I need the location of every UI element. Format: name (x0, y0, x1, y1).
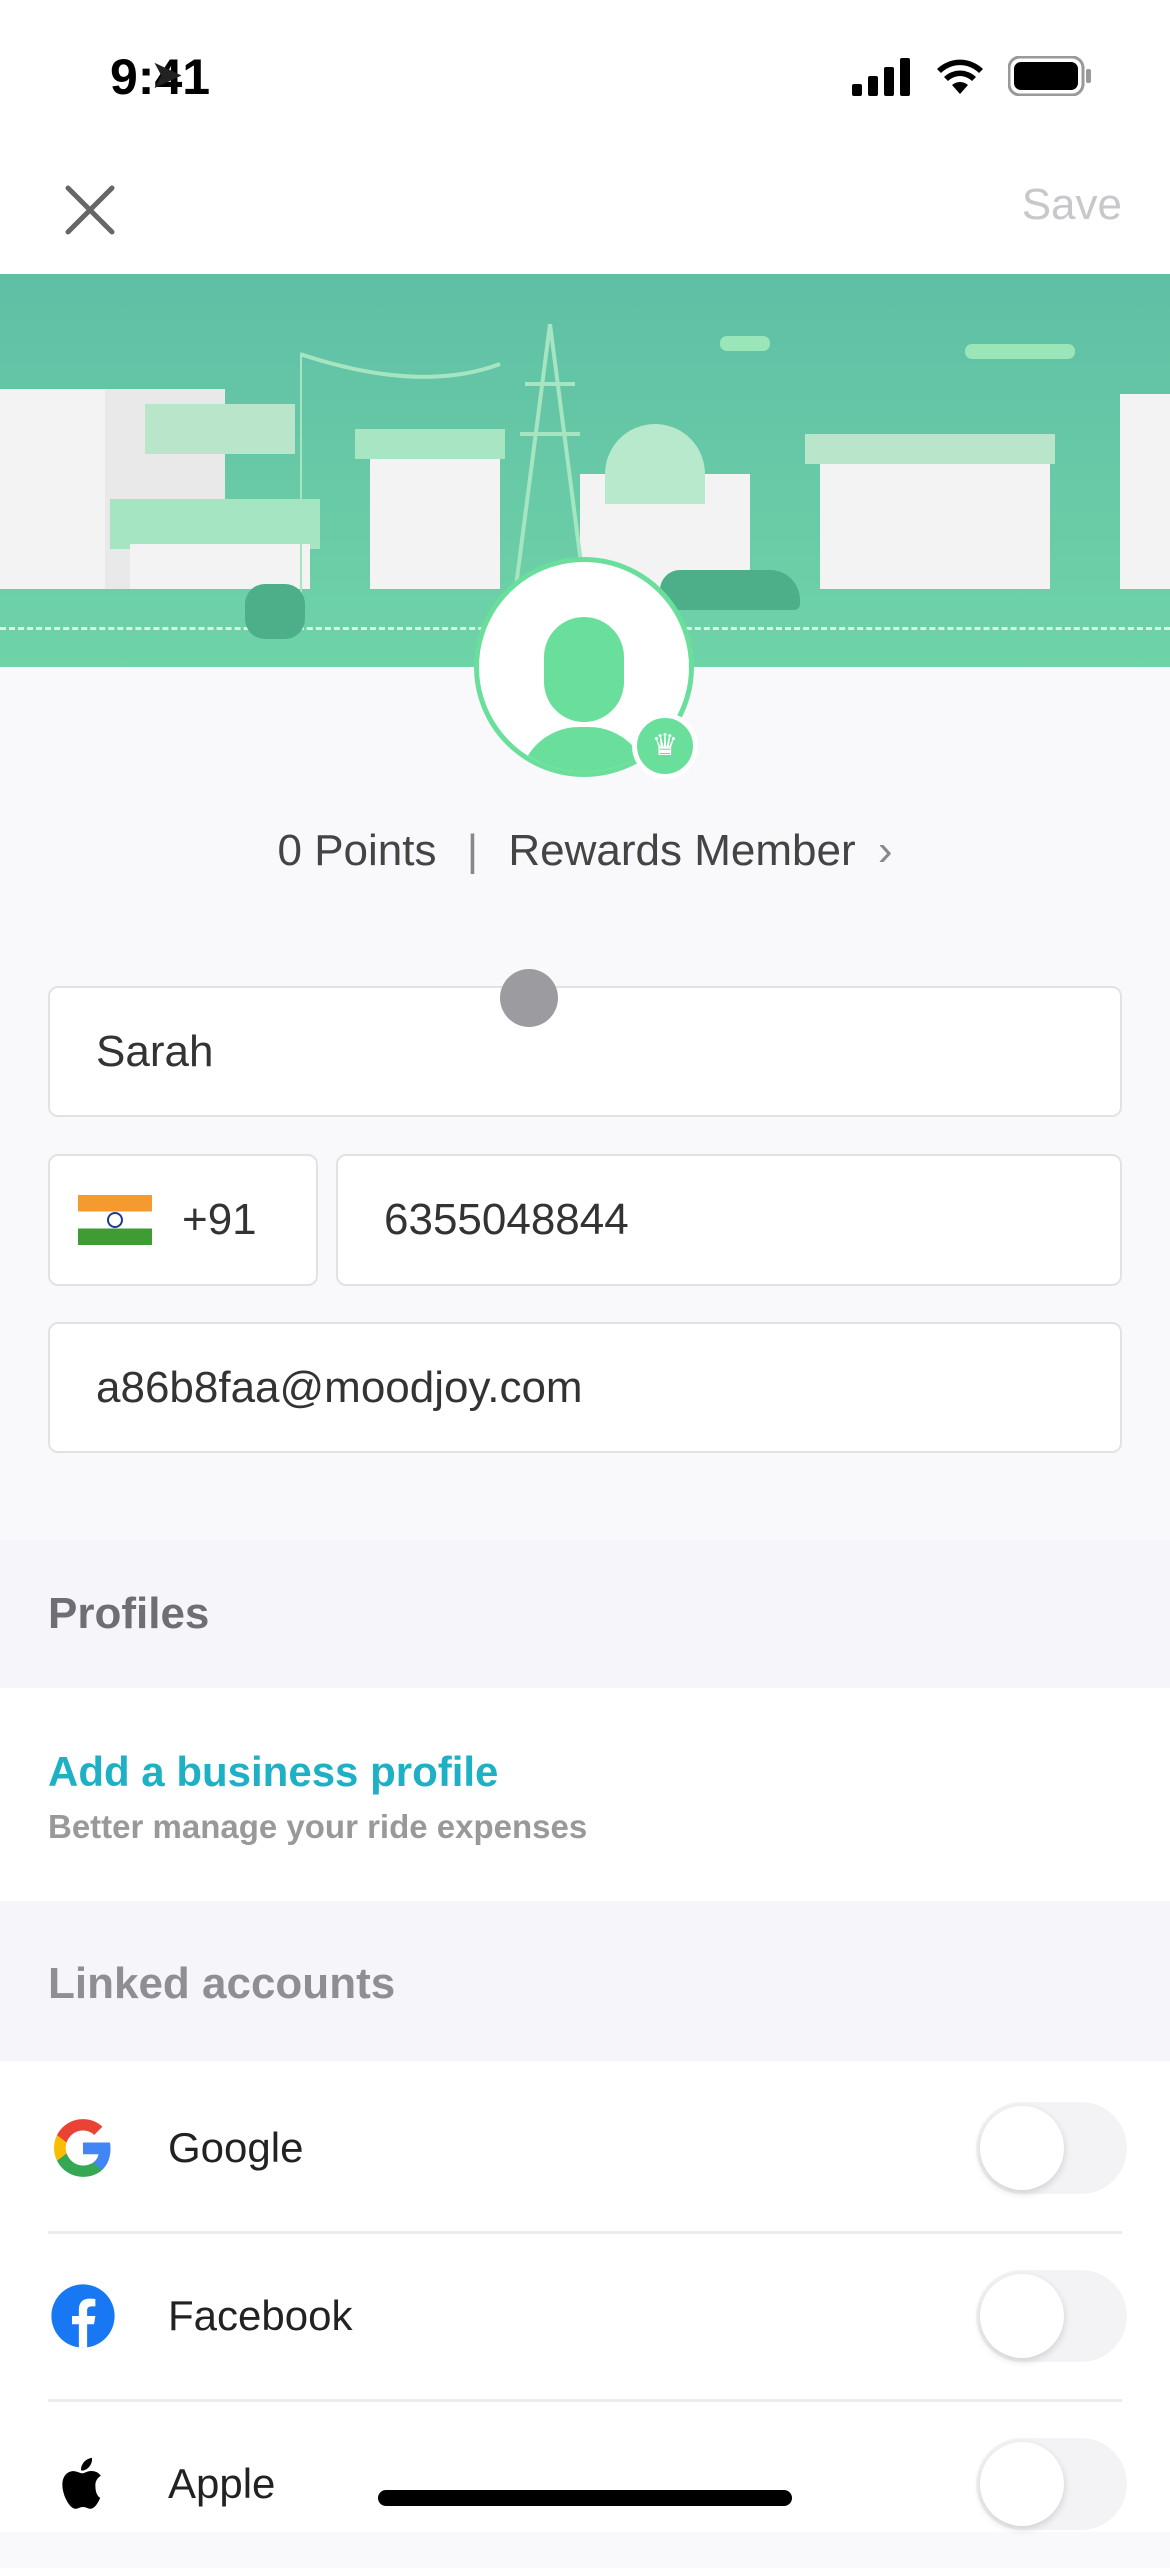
avatar-head (544, 617, 624, 722)
profiles-header: Profiles (0, 1541, 1170, 1688)
separator: | (466, 826, 479, 875)
business-profile-subtitle: Better manage your ride expenses (48, 1808, 588, 1845)
india-flag-icon (78, 1195, 152, 1245)
country-code-selector[interactable]: +91 (48, 1154, 318, 1286)
add-business-profile-link[interactable]: Add a business profile (48, 1748, 498, 1796)
nav-bar (0, 150, 1170, 274)
scooter-illustration (245, 584, 305, 639)
google-toggle[interactable] (976, 2102, 1127, 2194)
crown-icon: ♛ (632, 713, 698, 779)
profiles-title: Profiles (48, 1589, 210, 1638)
rewards-summary[interactable]: 0 Points | Rewards Member › (0, 826, 1170, 876)
google-label: Google (168, 2124, 304, 2171)
email-value: a86b8faa@moodjoy.com (96, 1362, 583, 1412)
linked-accounts-list: Google Facebook Apple (0, 2061, 1170, 2532)
facebook-toggle[interactable] (976, 2270, 1127, 2362)
facebook-icon (51, 2284, 115, 2348)
linked-account-apple: Apple (0, 2400, 1170, 2568)
name-field[interactable]: Sarah (48, 986, 1122, 1117)
home-indicator[interactable] (378, 2490, 792, 2506)
avatar-body (519, 727, 649, 772)
linked-account-facebook: Facebook (0, 2232, 1170, 2400)
chevron-right-icon: › (877, 826, 893, 875)
apple-label: Apple (168, 2460, 276, 2507)
wifi-icon (937, 59, 983, 94)
points-label: 0 Points (277, 826, 437, 875)
apple-toggle[interactable] (976, 2438, 1127, 2530)
google-icon (53, 2119, 111, 2177)
facebook-label: Facebook (168, 2292, 353, 2339)
battery-icon (1008, 56, 1091, 96)
car-illustration (660, 570, 800, 610)
linked-accounts-title: Linked accounts (48, 1959, 396, 2008)
linked-accounts-header: Linked accounts (0, 1901, 1170, 2061)
business-profile-item[interactable]: Add a business profile Better manage you… (0, 1688, 1170, 1901)
rewards-member-link[interactable]: Rewards Member (508, 826, 855, 875)
apple-icon (62, 2457, 101, 2509)
country-code: +91 (182, 1195, 257, 1244)
cellular-signal-icon (852, 58, 910, 96)
linked-account-google: Google (0, 2064, 1170, 2232)
phone-value: 6355048844 (384, 1195, 629, 1244)
touch-indicator (500, 969, 558, 1027)
status-bar: 9:41 ➤ (0, 0, 1170, 150)
save-button[interactable]: Save (1022, 180, 1122, 230)
name-value: Sarah (96, 1026, 214, 1076)
phone-field[interactable]: 6355048844 (336, 1154, 1122, 1286)
location-arrow-icon: ➤ (150, 53, 184, 97)
power-tower-illustration (300, 324, 587, 594)
email-field[interactable]: a86b8faa@moodjoy.com (48, 1322, 1122, 1453)
close-icon[interactable] (60, 180, 120, 240)
